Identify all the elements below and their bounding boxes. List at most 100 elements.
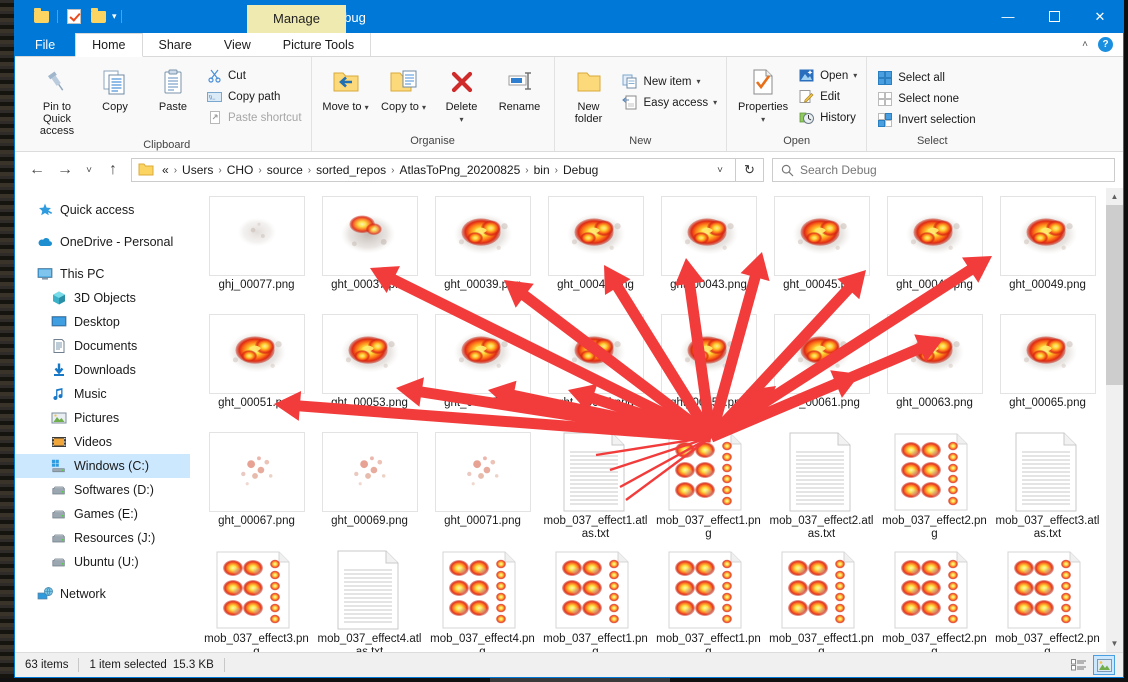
sidebar-item-windows-c[interactable]: Windows (C:)	[15, 454, 190, 478]
file-item[interactable]: mob_037_effect1.png	[539, 550, 652, 652]
help-icon[interactable]: ?	[1098, 37, 1113, 52]
file-item[interactable]: ght_00049.png	[991, 196, 1104, 314]
file-item[interactable]: ght_00071.png	[426, 432, 539, 550]
scrollbar-track[interactable]	[1106, 205, 1123, 635]
sidebar-item-desktop[interactable]: Desktop	[15, 310, 190, 334]
delete-button[interactable]: Delete ▾	[434, 64, 490, 128]
file-item[interactable]: ght_00045.png	[765, 196, 878, 314]
sidebar-item-pictures[interactable]: Pictures	[15, 406, 190, 430]
folder-icon[interactable]	[29, 2, 53, 32]
customize-caret-icon[interactable]: ▾	[112, 11, 117, 22]
properties-check-icon[interactable]	[62, 2, 86, 32]
file-item[interactable]: mob_037_effect1.atlas.txt	[539, 432, 652, 550]
large-icons-view-button[interactable]	[1093, 655, 1115, 675]
scroll-down-button[interactable]: ▼	[1106, 635, 1123, 652]
sidebar-item-music[interactable]: Music	[15, 382, 190, 406]
up-button[interactable]: ↑	[99, 156, 127, 184]
breadcrumb-bin[interactable]: bin	[530, 163, 554, 177]
paste-shortcut-button[interactable]: Paste shortcut	[203, 108, 305, 127]
file-item[interactable]: mob_037_effect3.png	[200, 550, 313, 652]
chevron-down-icon[interactable]: ▾	[713, 98, 717, 107]
invert-selection-button[interactable]: Invert selection	[873, 110, 978, 129]
easy-access-button[interactable]: Easy access ▾	[619, 93, 721, 112]
file-item[interactable]: ght_00047.png	[878, 196, 991, 314]
contextual-tab-manage[interactable]: Manage	[247, 5, 346, 33]
copy-to-button[interactable]: Copy to ▾	[376, 64, 432, 116]
select-all-button[interactable]: Select all	[873, 68, 978, 87]
back-button[interactable]: ←	[23, 156, 51, 184]
history-button[interactable]: History	[795, 108, 860, 127]
breadcrumb-sorted-repos[interactable]: sorted_repos	[312, 163, 390, 177]
sidebar-item-documents[interactable]: Documents	[15, 334, 190, 358]
copy-path-button[interactable]: \\.. Copy path	[203, 87, 305, 106]
file-item[interactable]: ght_00063.png	[878, 314, 991, 432]
file-item[interactable]: ght_00043.png	[652, 196, 765, 314]
file-item[interactable]: ght_00069.png	[313, 432, 426, 550]
address-bar[interactable]: « › Users › CHO › source › sorted_repos …	[131, 158, 736, 182]
new-folder-button[interactable]: New folder	[561, 64, 617, 127]
sidebar-item-quick-access[interactable]: Quick access	[15, 198, 190, 222]
file-item[interactable]: mob_037_effect2.png	[878, 550, 991, 652]
sidebar-item-ubuntu-u[interactable]: Ubuntu (U:)	[15, 550, 190, 574]
sidebar-item-network[interactable]: Network	[15, 582, 190, 606]
file-item[interactable]: mob_037_effect2.png	[991, 550, 1104, 652]
file-item[interactable]: ght_00053.png	[313, 314, 426, 432]
new-item-button[interactable]: New item ▾	[619, 72, 721, 91]
tab-share[interactable]: Share	[143, 33, 208, 56]
file-item[interactable]: ghj_00077.png	[200, 196, 313, 314]
file-item[interactable]: ght_00041.png	[539, 196, 652, 314]
properties-button[interactable]: Properties ▾	[733, 64, 793, 128]
sidebar-item-softwares-d[interactable]: Softwares (D:)	[15, 478, 190, 502]
breadcrumb-atlastopng[interactable]: AtlasToPng_20200825	[396, 163, 525, 177]
tab-home[interactable]: Home	[75, 33, 143, 57]
scroll-up-button[interactable]: ▲	[1106, 188, 1123, 205]
file-item[interactable]: ght_00065.png	[991, 314, 1104, 432]
sidebar-item-onedrive-personal[interactable]: OneDrive - Personal	[15, 230, 190, 254]
chevron-down-icon[interactable]: ▾	[853, 71, 857, 80]
chevron-down-icon[interactable]: ▾	[696, 77, 700, 86]
copy-button[interactable]: Copy	[87, 64, 143, 115]
file-item[interactable]: mob_037_effect1.png	[765, 550, 878, 652]
scrollbar-thumb[interactable]	[1106, 205, 1123, 385]
file-item[interactable]: mob_037_effect1.png	[652, 432, 765, 550]
file-item[interactable]: ght_00051.png	[200, 314, 313, 432]
file-item[interactable]: mob_037_effect3.atlas.txt	[991, 432, 1104, 550]
breadcrumb-cho[interactable]: CHO	[223, 163, 258, 177]
close-button[interactable]: ✕	[1077, 0, 1123, 33]
collapse-ribbon-icon[interactable]: ˄	[1082, 39, 1088, 50]
address-dropdown-icon[interactable]: ˅	[707, 165, 733, 176]
tab-file[interactable]: File	[15, 33, 76, 56]
file-item[interactable]: ght_00061.png	[765, 314, 878, 432]
paste-button[interactable]: Paste	[145, 64, 201, 115]
file-item[interactable]: ght_00039.png	[426, 196, 539, 314]
maximize-button[interactable]	[1031, 0, 1077, 33]
breadcrumb-users[interactable]: Users	[178, 163, 217, 177]
minimize-button[interactable]: —	[985, 0, 1031, 33]
tab-picture-tools[interactable]: Picture Tools	[267, 33, 372, 56]
breadcrumb-overflow[interactable]: «	[158, 163, 173, 177]
refresh-button[interactable]: ↻	[736, 158, 764, 182]
sidebar-item-downloads[interactable]: Downloads	[15, 358, 190, 382]
pin-to-quick-access-button[interactable]: Pin to Quick access	[29, 64, 85, 139]
file-item[interactable]: ght_00067.png	[200, 432, 313, 550]
sidebar-item-videos[interactable]: Videos	[15, 430, 190, 454]
rename-button[interactable]: Rename	[492, 64, 548, 115]
sidebar-item-this-pc[interactable]: This PC	[15, 262, 190, 286]
tab-view[interactable]: View	[208, 33, 267, 56]
breadcrumb-source[interactable]: source	[263, 163, 307, 177]
sidebar-item-3d-objects[interactable]: 3D Objects	[15, 286, 190, 310]
file-item[interactable]: mob_037_effect4.png	[426, 550, 539, 652]
file-list-pane[interactable]: ghj_00077.png ght_00037.png ght_00039.png g…	[190, 188, 1123, 652]
search-box[interactable]: Search Debug	[772, 158, 1115, 182]
cut-button[interactable]: Cut	[203, 66, 305, 85]
breadcrumb-debug[interactable]: Debug	[559, 163, 602, 177]
new-folder-icon[interactable]	[86, 2, 110, 32]
select-none-button[interactable]: Select none	[873, 89, 978, 108]
edit-button[interactable]: Edit	[795, 87, 860, 106]
recent-locations-button[interactable]: ˅	[79, 156, 99, 184]
file-item[interactable]: ght_00055.png	[426, 314, 539, 432]
file-item[interactable]: ght_00059.png	[652, 314, 765, 432]
file-list-scrollbar[interactable]: ▲ ▼	[1106, 188, 1123, 652]
open-button[interactable]: Open ▾	[795, 66, 860, 85]
file-item[interactable]: mob_037_effect2.atlas.txt	[765, 432, 878, 550]
